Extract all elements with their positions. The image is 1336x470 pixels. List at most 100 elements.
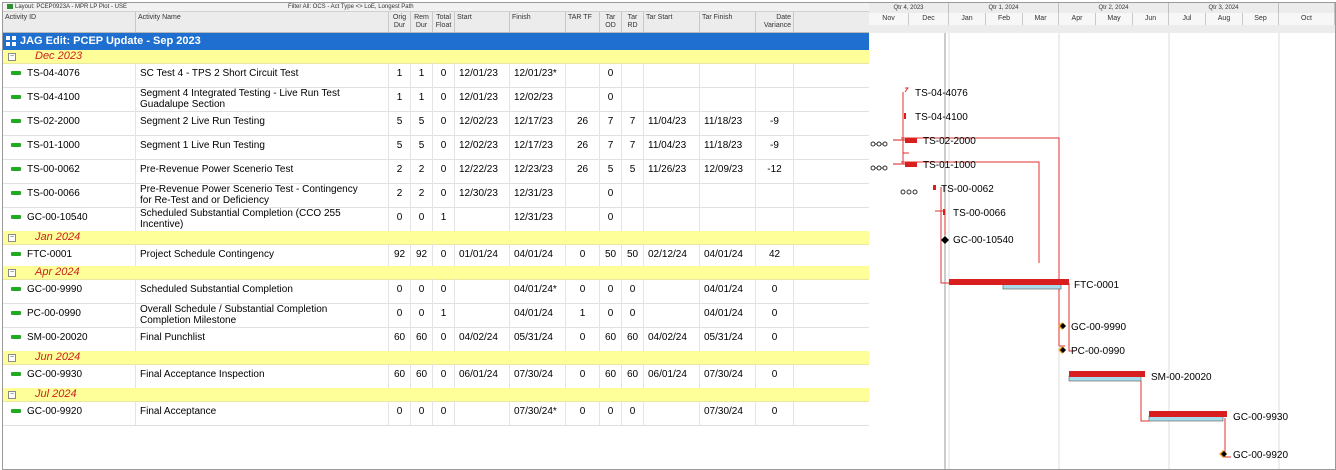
- start: 12/30/23: [455, 183, 510, 207]
- orig-dur: 2: [389, 159, 411, 183]
- total-float: 0: [433, 63, 455, 87]
- activity-row[interactable]: TS-00-0066 Pre-Revenue Power Scenerio Te…: [3, 183, 869, 208]
- rem-dur: 1: [411, 63, 433, 87]
- collapse-icon[interactable]: −: [8, 354, 16, 362]
- activity-row[interactable]: TS-04-4100 Segment 4 Integrated Testing …: [3, 87, 869, 112]
- finish: 12/23/23: [510, 159, 566, 183]
- tar-start: 11/04/23: [644, 135, 700, 159]
- tar-rd: 0: [622, 401, 644, 425]
- start: 12/22/23: [455, 159, 510, 183]
- collapse-icon[interactable]: −: [8, 391, 16, 399]
- start: [455, 207, 510, 231]
- col-tar-start[interactable]: Tar Start: [644, 12, 700, 32]
- finish: 05/31/24: [510, 327, 566, 351]
- tar-start: [644, 87, 700, 111]
- layout-label[interactable]: Layout: PCEP0923A - MPR LP Plot - USE: [7, 3, 127, 11]
- critical-bar[interactable]: [949, 279, 1069, 285]
- date-variance: 0: [756, 327, 794, 351]
- milestone[interactable]: [941, 236, 949, 244]
- activity-id-cell: FTC-0001: [3, 244, 136, 266]
- tar-finish: 04/01/24: [700, 279, 756, 303]
- tar-od: 0: [600, 207, 622, 231]
- col-date-variance[interactable]: Date Variance: [756, 12, 794, 32]
- p6-window: Layout: PCEP0923A - MPR LP Plot - USE Fi…: [2, 2, 1336, 470]
- activity-row[interactable]: TS-01-1000 Segment 1 Live Run Testing 5 …: [3, 135, 869, 160]
- gantt-chart[interactable]: Qtr 4, 2023 Qtr 1, 2024 Qtr 2, 2024 Qtr …: [869, 3, 1335, 469]
- rem-dur: 60: [411, 327, 433, 351]
- date-variance: [756, 87, 794, 111]
- critical-bar[interactable]: [904, 113, 906, 119]
- activity-id: FTC-0001: [27, 249, 73, 260]
- activity-icon: [11, 95, 21, 100]
- critical-bar[interactable]: [1069, 371, 1145, 377]
- bar-label: SM-00-20020: [1151, 372, 1212, 383]
- total-float: 1: [433, 207, 455, 231]
- activity-row[interactable]: TS-04-4076 SC Test 4 - TPS 2 Short Circu…: [3, 63, 869, 88]
- col-total-float[interactable]: Total Float: [433, 12, 455, 32]
- bar-label: TS-02-2000: [923, 136, 976, 147]
- filter-label[interactable]: Filter All: OCS - Act Type <> LoE, Longe…: [288, 3, 414, 11]
- finish: 04/01/24: [510, 303, 566, 327]
- orig-dur: 60: [389, 364, 411, 388]
- activity-row[interactable]: TS-00-0062 Pre-Revenue Power Scenerio Te…: [3, 159, 869, 184]
- critical-bar[interactable]: [943, 209, 945, 215]
- tar-rd: 7: [622, 135, 644, 159]
- bar-label: GC-00-9990: [1071, 322, 1126, 333]
- collapse-icon[interactable]: −: [8, 53, 16, 61]
- rem-dur: 5: [411, 111, 433, 135]
- bar-label: FTC-0001: [1074, 280, 1119, 291]
- activity-id: GC-00-10540: [27, 212, 88, 223]
- tar-rd: [622, 183, 644, 207]
- wbs-label: Dec 2023: [35, 50, 83, 62]
- quarter-label: Qtr 2, 2024: [1059, 3, 1169, 13]
- rem-dur: 5: [411, 135, 433, 159]
- col-activity-name[interactable]: Activity Name: [136, 12, 389, 32]
- activity-id: GC-00-9930: [27, 369, 83, 380]
- activity-name: Final Acceptance: [136, 401, 389, 425]
- month-label: Nov: [869, 13, 909, 25]
- finish: 07/30/24*: [510, 401, 566, 425]
- activity-row[interactable]: FTC-0001 Project Schedule Contingency 92…: [3, 244, 869, 267]
- date-variance: -9: [756, 111, 794, 135]
- gantt-body[interactable]: TS-04-4076 TS-04-4100 TS-02-2000 TS-01-1…: [869, 33, 1335, 469]
- total-float: 0: [433, 364, 455, 388]
- col-rem-dur[interactable]: Rem Dur: [411, 12, 433, 32]
- activity-row[interactable]: TS-02-2000 Segment 2 Live Run Testing 5 …: [3, 111, 869, 136]
- col-tar-rd[interactable]: Tar RD: [622, 12, 644, 32]
- activity-icon: [11, 409, 21, 414]
- finish: 12/17/23: [510, 135, 566, 159]
- critical-bar[interactable]: [933, 185, 936, 190]
- month-label: Sep: [1243, 13, 1279, 25]
- orig-dur: 0: [389, 279, 411, 303]
- finish: 12/31/23: [510, 207, 566, 231]
- tar-od: 50: [600, 244, 622, 266]
- activity-row[interactable]: GC-00-9990 Scheduled Substantial Complet…: [3, 279, 869, 304]
- wbs-band-jan-2024[interactable]: − Jan 2024: [3, 231, 869, 245]
- wbs-band-jul-2024[interactable]: − Jul 2024: [3, 388, 869, 402]
- collapse-icon[interactable]: −: [8, 234, 16, 242]
- wbs-band-apr-2024[interactable]: − Apr 2024: [3, 266, 869, 280]
- collapse-icon[interactable]: −: [8, 269, 16, 277]
- tar-start: 06/01/24: [644, 364, 700, 388]
- tar-start: 04/02/24: [644, 327, 700, 351]
- wbs-band-jun-2024[interactable]: − Jun 2024: [3, 351, 869, 365]
- activity-id-cell: GC-00-9920: [3, 401, 136, 425]
- col-orig-dur[interactable]: Orig Dur: [389, 12, 411, 32]
- project-band[interactable]: JAG Edit: PCEP Update - Sep 2023: [3, 33, 869, 50]
- activity-row[interactable]: GC-00-9930 Final Acceptance Inspection 6…: [3, 364, 869, 389]
- col-start[interactable]: Start: [455, 12, 510, 32]
- activity-row[interactable]: PC-00-0990 Overall Schedule / Substantia…: [3, 303, 869, 328]
- col-tar-od[interactable]: Tar OD: [600, 12, 622, 32]
- wbs-band-dec-2023[interactable]: − Dec 2023: [3, 50, 869, 64]
- activity-row[interactable]: GC-00-10540 Scheduled Substantial Comple…: [3, 207, 869, 232]
- tar-rd: 0: [622, 279, 644, 303]
- critical-bar[interactable]: [905, 138, 917, 143]
- critical-bar[interactable]: [1149, 411, 1227, 417]
- col-tar-tf[interactable]: TAR TF: [566, 12, 600, 32]
- col-tar-finish[interactable]: Tar Finish: [700, 12, 756, 32]
- activity-row[interactable]: GC-00-9920 Final Acceptance 0 0 0 07/30/…: [3, 401, 869, 426]
- critical-bar[interactable]: [905, 162, 917, 167]
- col-activity-id[interactable]: Activity ID: [3, 12, 136, 32]
- activity-row[interactable]: SM-00-20020 Final Punchlist 60 60 0 04/0…: [3, 327, 869, 352]
- col-finish[interactable]: Finish: [510, 12, 566, 32]
